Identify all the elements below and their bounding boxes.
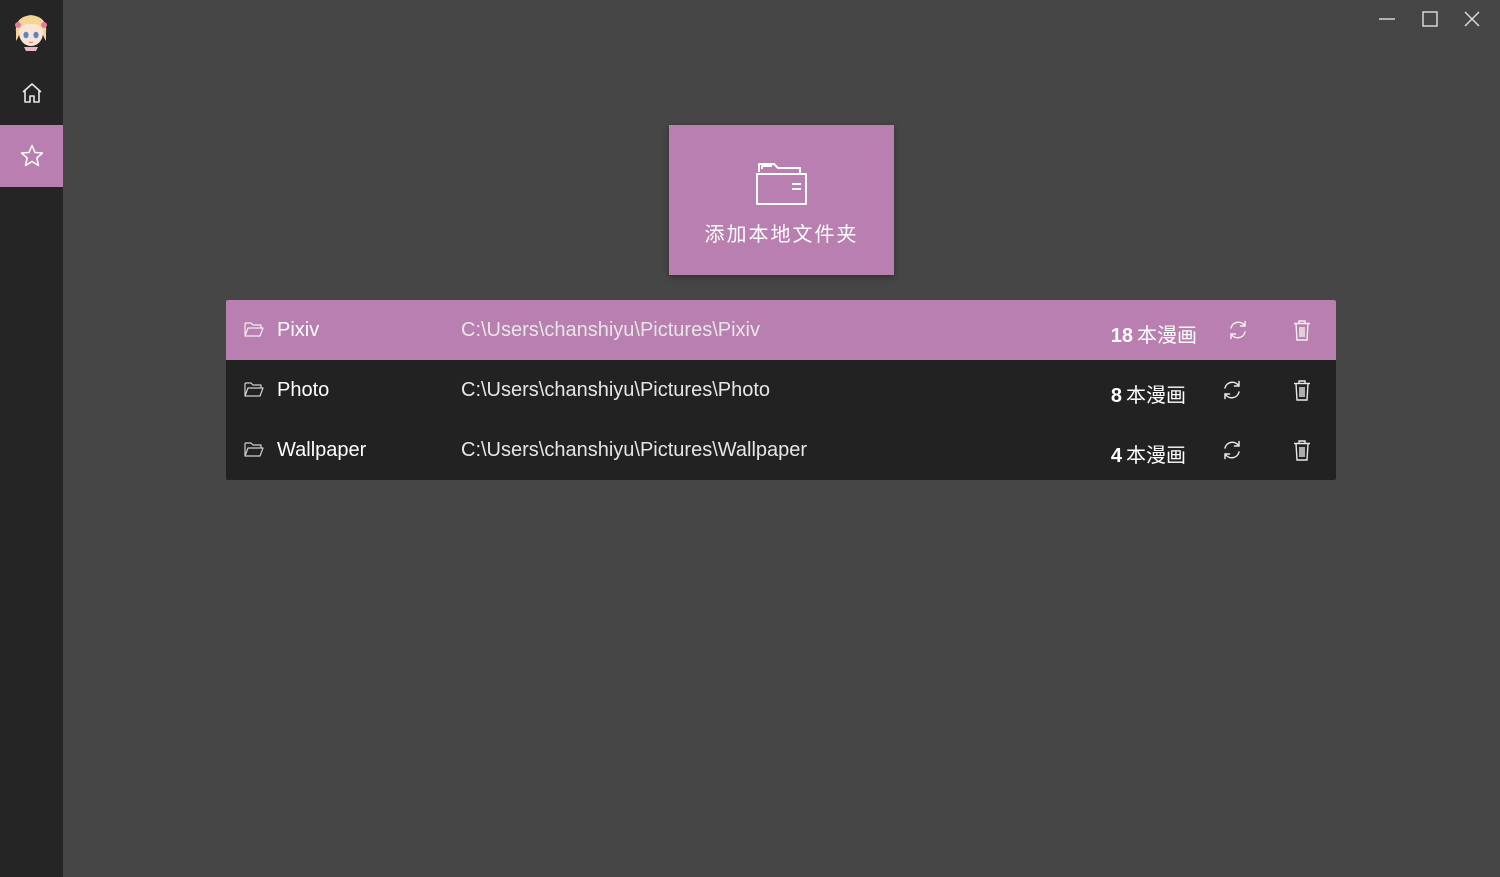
maximize-icon (1422, 11, 1438, 27)
trash-icon (1294, 440, 1310, 461)
maximize-button[interactable] (1415, 6, 1445, 32)
folder-add-icon (755, 163, 807, 205)
folder-path: C:\Users\chanshiyu\Pictures\Pixiv (461, 319, 760, 341)
delete-button[interactable] (1292, 318, 1312, 342)
refresh-button[interactable] (1220, 378, 1244, 402)
app-window: 添加本地文件夹 Pixiv C:\Users\chanshiyu\Picture… (0, 0, 1500, 877)
avatar[interactable] (12, 11, 50, 51)
sidebar-item-library[interactable] (0, 125, 63, 187)
folder-name: Wallpaper (277, 439, 367, 461)
folder-row-pixiv[interactable]: Pixiv C:\Users\chanshiyu\Pictures\Pixiv … (226, 300, 1336, 360)
sidebar-item-home[interactable] (0, 62, 63, 124)
refresh-icon (1224, 380, 1240, 400)
home-icon (21, 83, 42, 103)
refresh-button[interactable] (1220, 438, 1244, 462)
minimize-icon (1379, 18, 1395, 20)
add-folder-button[interactable]: 添加本地文件夹 (669, 125, 894, 275)
comic-count-unit: 本漫画 (1126, 443, 1186, 467)
folder-row-photo[interactable]: Photo C:\Users\chanshiyu\Pictures\Photo … (226, 360, 1336, 420)
star-icon (20, 144, 43, 167)
sidebar (0, 0, 63, 877)
trash-icon (1294, 380, 1310, 401)
folder-path: C:\Users\chanshiyu\Pictures\Wallpaper (461, 439, 808, 461)
comic-count: 8 本漫画 (1111, 379, 1186, 408)
comic-count-unit: 本漫画 (1126, 383, 1186, 407)
delete-button[interactable] (1292, 378, 1312, 402)
refresh-button[interactable] (1226, 318, 1250, 342)
comic-count: 18 本漫画 (1111, 319, 1197, 348)
refresh-icon (1230, 320, 1246, 340)
delete-button[interactable] (1292, 438, 1312, 462)
folder-name: Photo (277, 379, 330, 401)
comic-count-number: 18 (1110, 325, 1133, 347)
folder-row-wallpaper[interactable]: Wallpaper C:\Users\chanshiyu\Pictures\Wa… (226, 420, 1336, 480)
comic-count: 4 本漫画 (1111, 439, 1186, 468)
minimize-button[interactable] (1372, 6, 1402, 32)
folder-name: Pixiv (277, 319, 320, 341)
folder-icon (244, 382, 264, 397)
close-icon (1464, 11, 1480, 27)
comic-count-unit: 本漫画 (1137, 323, 1197, 347)
folder-icon (244, 442, 264, 457)
comic-count-number: 8 (1110, 385, 1122, 407)
refresh-icon (1224, 440, 1240, 460)
folder-list: Pixiv C:\Users\chanshiyu\Pictures\Pixiv … (226, 300, 1336, 480)
comic-count-number: 4 (1110, 445, 1122, 467)
add-folder-label: 添加本地文件夹 (704, 222, 859, 246)
close-button[interactable] (1457, 6, 1487, 32)
folder-icon (244, 322, 264, 337)
folder-path: C:\Users\chanshiyu\Pictures\Photo (461, 379, 771, 401)
trash-icon (1294, 320, 1310, 341)
